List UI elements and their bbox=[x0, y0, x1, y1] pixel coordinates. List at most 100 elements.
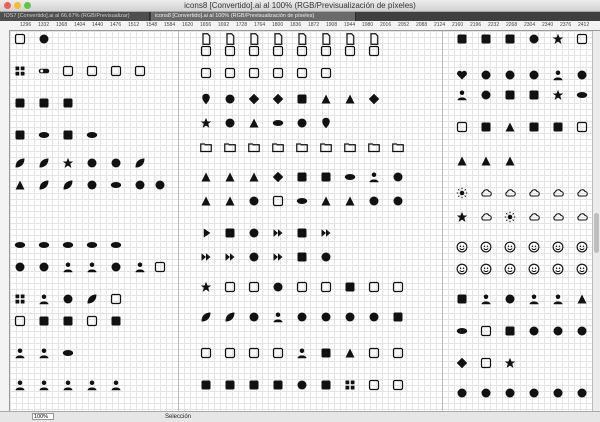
library-glyph-icon[interactable] bbox=[38, 157, 50, 169]
library-glyph-icon[interactable] bbox=[320, 195, 332, 207]
library-glyph-icon[interactable] bbox=[272, 45, 284, 57]
library-glyph-icon[interactable] bbox=[552, 241, 564, 253]
library-glyph-icon[interactable] bbox=[504, 187, 516, 199]
library-glyph-icon[interactable] bbox=[552, 263, 564, 275]
library-glyph-icon[interactable] bbox=[248, 379, 260, 391]
library-glyph-icon[interactable] bbox=[14, 261, 26, 273]
library-glyph-icon[interactable] bbox=[86, 157, 98, 169]
library-glyph-icon[interactable] bbox=[576, 187, 588, 199]
library-glyph-icon[interactable] bbox=[272, 347, 284, 359]
library-glyph-icon[interactable] bbox=[62, 129, 74, 141]
library-glyph-icon[interactable] bbox=[456, 263, 468, 275]
library-glyph-icon[interactable] bbox=[200, 379, 212, 391]
library-glyph-icon[interactable] bbox=[576, 121, 588, 133]
library-glyph-icon[interactable] bbox=[296, 141, 308, 153]
library-glyph-icon[interactable] bbox=[480, 357, 492, 369]
library-glyph-icon[interactable] bbox=[504, 263, 516, 275]
library-glyph-icon[interactable] bbox=[528, 211, 540, 223]
library-glyph-icon[interactable] bbox=[200, 141, 212, 153]
library-glyph-icon[interactable] bbox=[272, 171, 284, 183]
library-glyph-icon[interactable] bbox=[248, 93, 260, 105]
library-glyph-icon[interactable] bbox=[368, 281, 380, 293]
library-glyph-icon[interactable] bbox=[110, 315, 122, 327]
library-glyph-icon[interactable] bbox=[154, 261, 166, 273]
library-glyph-icon[interactable] bbox=[368, 33, 380, 45]
library-glyph-icon[interactable] bbox=[296, 347, 308, 359]
library-glyph-icon[interactable] bbox=[272, 251, 284, 263]
library-glyph-icon[interactable] bbox=[552, 33, 564, 45]
library-glyph-icon[interactable] bbox=[320, 171, 332, 183]
library-glyph-icon[interactable] bbox=[368, 171, 380, 183]
library-glyph-icon[interactable] bbox=[296, 227, 308, 239]
library-glyph-icon[interactable] bbox=[14, 129, 26, 141]
library-glyph-icon[interactable] bbox=[480, 241, 492, 253]
library-glyph-icon[interactable] bbox=[576, 89, 588, 101]
library-glyph-icon[interactable] bbox=[480, 263, 492, 275]
library-glyph-icon[interactable] bbox=[62, 65, 74, 77]
library-glyph-icon[interactable] bbox=[320, 227, 332, 239]
library-glyph-icon[interactable] bbox=[248, 311, 260, 323]
library-glyph-icon[interactable] bbox=[456, 187, 468, 199]
library-glyph-icon[interactable] bbox=[224, 33, 236, 45]
library-glyph-icon[interactable] bbox=[456, 293, 468, 305]
library-glyph-icon[interactable] bbox=[38, 347, 50, 359]
library-glyph-icon[interactable] bbox=[110, 65, 122, 77]
library-glyph-icon[interactable] bbox=[200, 171, 212, 183]
library-glyph-icon[interactable] bbox=[296, 171, 308, 183]
library-glyph-icon[interactable] bbox=[320, 347, 332, 359]
library-glyph-icon[interactable] bbox=[200, 117, 212, 129]
library-glyph-icon[interactable] bbox=[272, 311, 284, 323]
library-glyph-icon[interactable] bbox=[528, 121, 540, 133]
library-glyph-icon[interactable] bbox=[14, 239, 26, 251]
library-glyph-icon[interactable] bbox=[552, 89, 564, 101]
library-glyph-icon[interactable] bbox=[272, 227, 284, 239]
library-glyph-icon[interactable] bbox=[86, 293, 98, 305]
library-glyph-icon[interactable] bbox=[368, 379, 380, 391]
library-glyph-icon[interactable] bbox=[480, 325, 492, 337]
library-glyph-icon[interactable] bbox=[344, 45, 356, 57]
library-glyph-icon[interactable] bbox=[248, 251, 260, 263]
tab-icons8-document[interactable]: icons8 [Convertido].ai al 100% (RGB/Prev… bbox=[151, 12, 356, 21]
library-glyph-icon[interactable] bbox=[528, 325, 540, 337]
library-glyph-icon[interactable] bbox=[200, 227, 212, 239]
library-glyph-icon[interactable] bbox=[320, 45, 332, 57]
horizontal-ruler[interactable]: 1296 1332 1368 1404 1440 1476 1512 1548 1584 1620… bbox=[0, 21, 600, 31]
library-glyph-icon[interactable] bbox=[528, 387, 540, 399]
library-glyph-icon[interactable] bbox=[576, 325, 588, 337]
library-glyph-icon[interactable] bbox=[344, 347, 356, 359]
library-glyph-icon[interactable] bbox=[224, 251, 236, 263]
library-glyph-icon[interactable] bbox=[86, 379, 98, 391]
library-glyph-icon[interactable] bbox=[38, 129, 50, 141]
library-glyph-icon[interactable] bbox=[134, 261, 146, 273]
library-glyph-icon[interactable] bbox=[392, 379, 404, 391]
library-glyph-icon[interactable] bbox=[224, 195, 236, 207]
library-glyph-icon[interactable] bbox=[368, 311, 380, 323]
library-glyph-icon[interactable] bbox=[480, 155, 492, 167]
library-glyph-icon[interactable] bbox=[552, 325, 564, 337]
library-glyph-icon[interactable] bbox=[368, 93, 380, 105]
library-glyph-icon[interactable] bbox=[224, 45, 236, 57]
library-glyph-icon[interactable] bbox=[320, 281, 332, 293]
tab-ios7-document[interactable]: IOS7 [Convertido].ai al 66,67% (RGB/Prev… bbox=[0, 12, 150, 21]
library-glyph-icon[interactable] bbox=[14, 97, 26, 109]
library-glyph-icon[interactable] bbox=[62, 179, 74, 191]
library-glyph-icon[interactable] bbox=[110, 379, 122, 391]
library-glyph-icon[interactable] bbox=[392, 195, 404, 207]
library-glyph-icon[interactable] bbox=[344, 141, 356, 153]
library-glyph-icon[interactable] bbox=[224, 379, 236, 391]
library-glyph-icon[interactable] bbox=[504, 211, 516, 223]
library-glyph-icon[interactable] bbox=[14, 157, 26, 169]
library-glyph-icon[interactable] bbox=[456, 33, 468, 45]
library-glyph-icon[interactable] bbox=[224, 171, 236, 183]
library-glyph-icon[interactable] bbox=[200, 347, 212, 359]
library-glyph-icon[interactable] bbox=[224, 141, 236, 153]
library-glyph-icon[interactable] bbox=[38, 97, 50, 109]
library-glyph-icon[interactable] bbox=[14, 347, 26, 359]
library-glyph-icon[interactable] bbox=[272, 93, 284, 105]
library-glyph-icon[interactable] bbox=[552, 211, 564, 223]
library-glyph-icon[interactable] bbox=[368, 195, 380, 207]
library-glyph-icon[interactable] bbox=[344, 33, 356, 45]
library-glyph-icon[interactable] bbox=[320, 311, 332, 323]
library-glyph-icon[interactable] bbox=[456, 69, 468, 81]
library-glyph-icon[interactable] bbox=[480, 121, 492, 133]
